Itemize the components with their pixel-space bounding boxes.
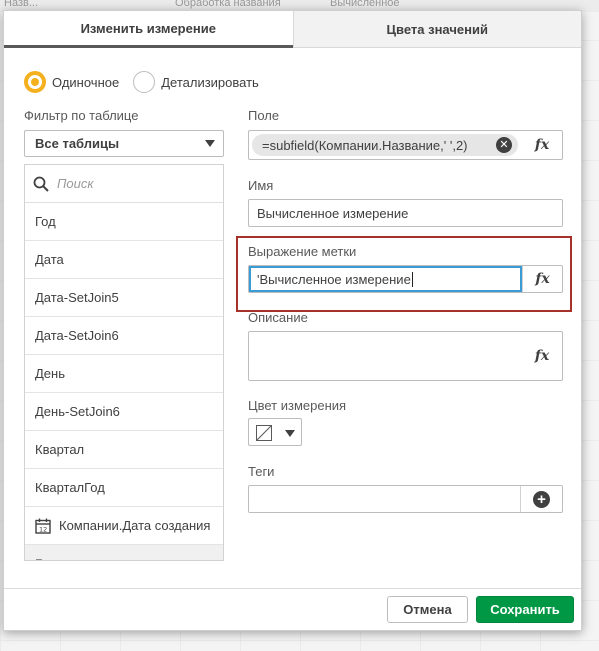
tags-field: +: [248, 485, 563, 513]
field-search[interactable]: Поиск: [25, 165, 223, 203]
radio-drilldown-label: Детализировать: [161, 74, 259, 90]
list-item-quarter[interactable]: Квартал: [25, 431, 223, 469]
dimension-color-label: Цвет измерения: [248, 398, 347, 413]
radio-single-indicator[interactable]: [24, 71, 46, 93]
background-tab-3: Вычисленное: [330, 0, 400, 9]
search-placeholder: Поиск: [57, 176, 94, 191]
no-color-swatch-icon: [256, 425, 272, 441]
fx-button-field[interactable]: fx: [522, 131, 562, 159]
label-expression-value: 'Вычисленное измерение: [257, 271, 411, 287]
name-label: Имя: [248, 178, 274, 193]
list-item-partial[interactable]: Г: [25, 545, 223, 560]
tab-edit-dimension[interactable]: Изменить измерение: [4, 11, 293, 48]
description-label: Описание: [248, 310, 308, 325]
table-filter-label: Фильтр по таблице: [24, 108, 139, 123]
list-item-quarter-year[interactable]: КварталГод: [25, 469, 223, 507]
tags-input[interactable]: [249, 486, 522, 512]
chevron-down-icon: [285, 430, 295, 437]
field-expression-value: =subfield(Компании.Название,' ',2): [262, 137, 468, 153]
list-item-day[interactable]: День: [25, 355, 223, 393]
dialog-footer: Отмена Сохранить: [4, 588, 581, 630]
plus-icon: +: [533, 490, 550, 508]
dimension-type-radio-group: Одиночное Детализировать: [24, 71, 273, 93]
search-icon: [33, 176, 49, 192]
background-tab-1: Назв...: [4, 0, 38, 9]
label-expression-field: 'Вычисленное измерение fx: [248, 265, 563, 293]
table-filter-value: Все таблицы: [35, 136, 120, 151]
tags-label: Теги: [248, 464, 275, 479]
field-list: Поиск Год Дата Дата-SetJoin5 Дата-SetJoi…: [24, 164, 224, 561]
radio-single-label: Одиночное: [52, 74, 120, 90]
tab-value-colors[interactable]: Цвета значений: [292, 11, 581, 48]
label-expression-input[interactable]: 'Вычисленное измерение: [249, 266, 522, 292]
name-input[interactable]: Вычисленное измерение: [248, 199, 563, 227]
svg-text:12: 12: [39, 525, 47, 533]
text-cursor: [411, 271, 413, 287]
list-item-year[interactable]: Год: [25, 203, 223, 241]
field-expression-box[interactable]: =subfield(Компании.Название,' ',2) ✕ fx: [248, 130, 563, 160]
list-item-company-created-date[interactable]: 12 Компании.Дата создания: [25, 507, 223, 545]
clear-field-icon[interactable]: ✕: [496, 137, 512, 153]
add-tag-button[interactable]: +: [520, 486, 562, 512]
field-label: Поле: [248, 108, 280, 123]
fx-button-description[interactable]: fx: [522, 332, 562, 380]
calendar-icon: 12: [35, 518, 51, 534]
list-item-date-setjoin6[interactable]: Дата-SetJoin6: [25, 317, 223, 355]
edit-dimension-dialog: Изменить измерение Цвета значений Одиноч…: [3, 10, 582, 631]
radio-drilldown[interactable]: Детализировать: [133, 71, 259, 93]
dimension-color-picker[interactable]: [248, 418, 302, 446]
table-filter-select[interactable]: Все таблицы: [24, 130, 224, 157]
cancel-button[interactable]: Отмена: [387, 596, 468, 623]
description-input[interactable]: fx: [248, 331, 563, 381]
field-expression-token: =subfield(Компании.Название,' ',2): [252, 134, 518, 156]
list-item-day-setjoin6[interactable]: День-SetJoin6: [25, 393, 223, 431]
radio-drilldown-indicator[interactable]: [133, 71, 156, 93]
radio-single[interactable]: Одиночное: [24, 71, 119, 93]
list-item-label: Компании.Дата создания: [59, 518, 211, 533]
fx-button-label-expression[interactable]: fx: [522, 266, 562, 292]
label-expression-label: Выражение метки: [248, 244, 357, 259]
list-item-date[interactable]: Дата: [25, 241, 223, 279]
chevron-down-icon: [205, 140, 215, 147]
list-item-date-setjoin5[interactable]: Дата-SetJoin5: [25, 279, 223, 317]
save-button[interactable]: Сохранить: [476, 596, 574, 623]
dialog-tabs: Изменить измерение Цвета значений: [4, 11, 581, 48]
background-tab-2: Обработка названия: [175, 0, 281, 9]
